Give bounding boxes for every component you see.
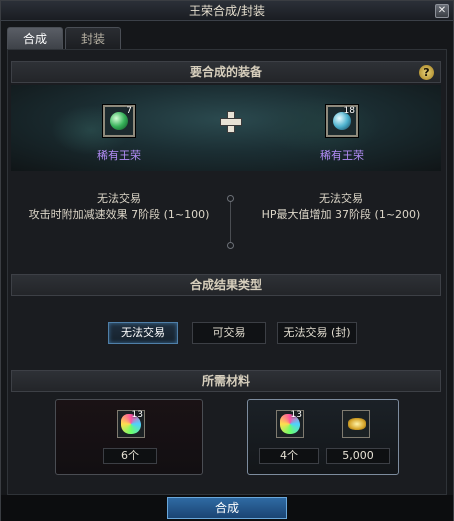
help-icon[interactable]: ? xyxy=(419,65,434,80)
close-icon[interactable]: ✕ xyxy=(435,4,449,18)
section-title: 所需材料 xyxy=(201,374,250,388)
section-header-equipment: 要合成的装备 ? xyxy=(11,61,441,83)
gold-coin-icon xyxy=(348,418,366,430)
divider-line xyxy=(230,197,231,245)
item-name-left: 稀有王荣 xyxy=(97,149,141,162)
material-slot-left[interactable]: 13 xyxy=(117,410,145,438)
item-count: 7 xyxy=(126,106,132,116)
right-trade-status: 无法交易 xyxy=(319,192,363,205)
right-item-info: 无法交易 HP最大值增加 37阶段 (1~200) xyxy=(241,191,441,223)
option-tradable[interactable]: 可交易 xyxy=(192,322,266,344)
material-slot-right[interactable]: 13 xyxy=(276,410,304,438)
plus-icon xyxy=(220,111,242,133)
material-qty-right: 4个 xyxy=(259,448,319,464)
item-name-right: 稀有王荣 xyxy=(320,149,364,162)
option-untradable[interactable]: 无法交易 xyxy=(108,322,178,344)
item-slot-left[interactable]: 7 xyxy=(103,105,135,137)
gold-slot[interactable] xyxy=(342,410,370,438)
window-title: 王荣合成/封装 xyxy=(188,4,266,18)
material-count: 13 xyxy=(290,410,302,420)
section-title: 要合成的装备 xyxy=(189,65,262,79)
tab-synthesis[interactable]: 合成 xyxy=(7,27,63,49)
divider-dot-top xyxy=(227,195,234,202)
option-untradable-sealed[interactable]: 无法交易 (封) xyxy=(277,322,357,344)
section-header-result-type: 合成结果类型 xyxy=(11,274,441,296)
gold-amount: 5,000 xyxy=(326,448,390,464)
left-trade-status: 无法交易 xyxy=(97,192,141,205)
synthesize-button[interactable]: 合成 xyxy=(167,497,287,519)
section-header-materials: 所需材料 xyxy=(11,370,441,392)
right-effect-text: HP最大值增加 37阶段 (1~200) xyxy=(261,208,421,221)
section-title: 合成结果类型 xyxy=(189,278,262,292)
material-count: 13 xyxy=(131,410,143,420)
left-effect-text: 攻击时附加减速效果 7阶段 (1~100) xyxy=(28,208,210,221)
window: 王荣合成/封装 ✕ 合成 封装 要合成的装备 ? 7 稀有王荣 18 稀有王荣 … xyxy=(0,0,454,521)
divider-dot-bottom xyxy=(227,242,234,249)
item-slot-right[interactable]: 18 xyxy=(326,105,358,137)
tab-seal[interactable]: 封装 xyxy=(65,27,121,49)
left-item-info: 无法交易 攻击时附加减速效果 7阶段 (1~100) xyxy=(19,191,219,223)
item-count: 18 xyxy=(343,106,355,116)
material-qty-left: 6个 xyxy=(103,448,157,464)
title-bar: 王荣合成/封装 ✕ xyxy=(1,1,453,21)
